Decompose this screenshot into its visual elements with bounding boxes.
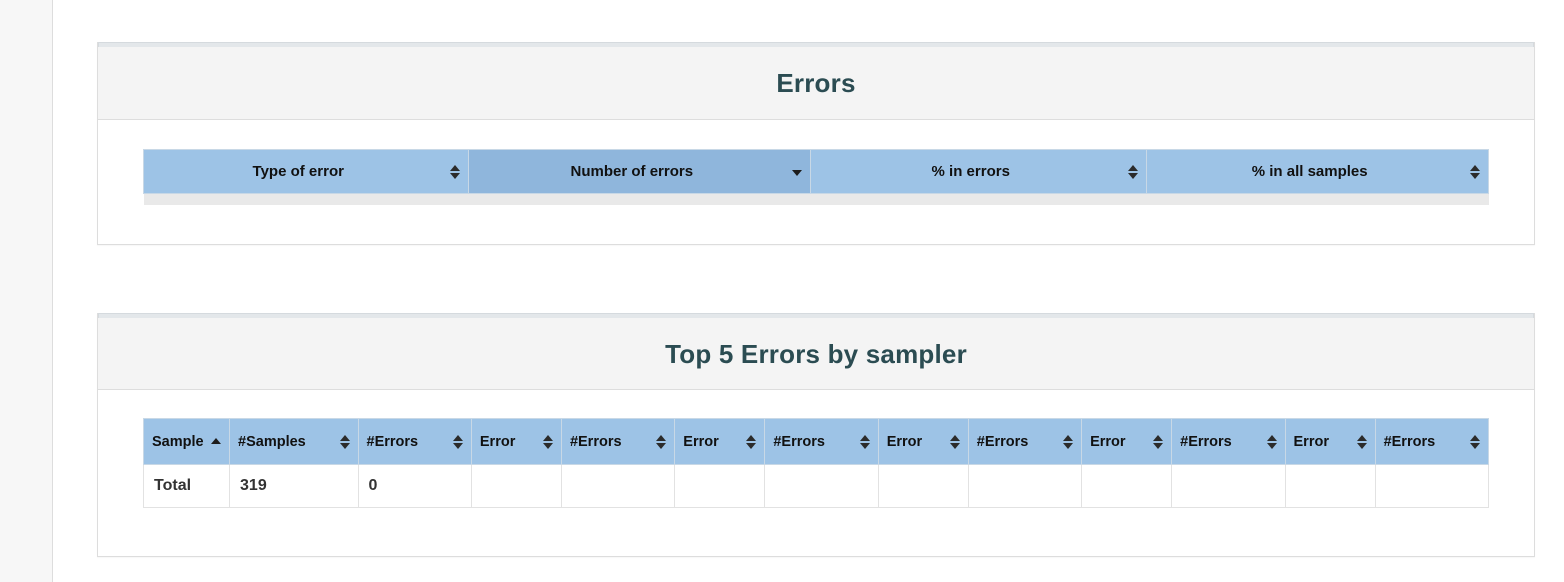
cell-error-3 <box>877 464 969 508</box>
column-header-error-4[interactable]: Error <box>1081 418 1173 465</box>
sort-both-icon[interactable] <box>1266 434 1277 450</box>
column-header-label: Error <box>1293 433 1329 450</box>
cell-error-2 <box>674 464 766 508</box>
column-header-label: Error <box>479 433 516 450</box>
cell-num-errors-6 <box>1374 464 1490 508</box>
sort-both-icon[interactable] <box>452 434 463 450</box>
column-header-label: #Errors <box>366 433 419 450</box>
column-header-label: % in errors <box>931 163 1010 180</box>
column-header-label: #Errors <box>1383 433 1436 450</box>
sidebar-rail <box>0 0 53 582</box>
top5-header-row: Sample #Samples #Errors Error #Errors Er… <box>142 418 1490 465</box>
sort-both-icon[interactable] <box>542 434 553 450</box>
column-header-label: #Errors <box>569 433 622 450</box>
sort-both-icon[interactable] <box>949 434 960 450</box>
panel-top-5-errors-by-sampler: Top 5 Errors by sampler Sample #Samples … <box>97 313 1535 557</box>
cell-error-5 <box>1284 464 1376 508</box>
errors-table-head: Type of error Number of errors % in erro… <box>142 149 1489 194</box>
panel-top5-heading: Top 5 Errors by sampler <box>98 318 1534 390</box>
column-header-type-of-error[interactable]: Type of error <box>142 149 470 194</box>
cell-num-errors-4 <box>967 464 1083 508</box>
sort-both-icon[interactable] <box>1470 434 1480 450</box>
column-header-label: Error <box>683 433 719 450</box>
column-header-label: % in all samples <box>1251 163 1368 180</box>
column-header-num-errors-1[interactable]: #Errors <box>357 418 472 465</box>
cell-error-4 <box>1081 464 1173 508</box>
column-header-error-2[interactable]: Error <box>674 418 766 465</box>
sort-both-icon[interactable] <box>656 434 667 450</box>
panel-errors-body: Type of error Number of errors % in erro… <box>98 120 1534 244</box>
sort-both-icon[interactable] <box>1356 434 1367 450</box>
column-header-label: Error <box>886 433 923 450</box>
panel-errors-heading: Errors <box>98 47 1534 120</box>
sort-both-icon[interactable] <box>339 434 350 450</box>
sort-both-icon[interactable] <box>1153 434 1164 450</box>
column-header-num-samples[interactable]: #Samples <box>229 418 359 465</box>
sort-both-icon[interactable] <box>1128 164 1139 180</box>
column-header-num-errors-6[interactable]: #Errors <box>1374 418 1490 465</box>
column-header-num-errors-5[interactable]: #Errors <box>1171 418 1286 465</box>
column-header-sample[interactable]: Sample <box>142 418 231 465</box>
column-header-label: #Samples <box>238 433 306 450</box>
panel-top5-body: Sample #Samples #Errors Error #Errors Er… <box>98 390 1534 556</box>
top5-errors-table: Sample #Samples #Errors Error #Errors Er… <box>142 418 1490 508</box>
column-header-label: Type of error <box>252 163 344 180</box>
empty-body-row <box>143 193 1489 205</box>
column-header-number-of-errors[interactable]: Number of errors <box>468 149 812 194</box>
sort-both-icon[interactable] <box>450 164 461 180</box>
column-header-label: #Errors <box>976 433 1029 450</box>
errors-table-body <box>143 193 1489 205</box>
sort-both-icon[interactable] <box>1063 434 1074 450</box>
panel-top5-title: Top 5 Errors by sampler <box>665 339 967 369</box>
column-header-error-3[interactable]: Error <box>877 418 969 465</box>
panel-errors: Errors Type of error Number of errors % … <box>97 42 1535 245</box>
column-header-error-1[interactable]: Error <box>470 418 562 465</box>
top5-table-body: Total 319 0 <box>142 464 1490 508</box>
errors-table: Type of error Number of errors % in erro… <box>142 149 1489 205</box>
sort-both-icon[interactable] <box>1470 164 1480 180</box>
cell-num-errors-5 <box>1171 464 1286 508</box>
sort-ascending-icon[interactable] <box>211 434 222 450</box>
main-content: Errors Type of error Number of errors % … <box>54 0 1564 582</box>
cell-num-errors-1: 0 <box>357 464 472 508</box>
errors-header-row: Type of error Number of errors % in erro… <box>142 149 1489 194</box>
column-header-label: Number of errors <box>570 163 694 180</box>
column-header-num-errors-2[interactable]: #Errors <box>560 418 676 465</box>
panel-errors-title: Errors <box>776 68 856 98</box>
page-root: Errors Type of error Number of errors % … <box>0 0 1564 582</box>
top5-table-head: Sample #Samples #Errors Error #Errors Er… <box>142 418 1490 465</box>
cell-num-errors-2 <box>560 464 676 508</box>
column-header-num-errors-4[interactable]: #Errors <box>967 418 1083 465</box>
column-header-num-errors-3[interactable]: #Errors <box>764 418 879 465</box>
column-header-percent-in-errors[interactable]: % in errors <box>810 149 1148 194</box>
cell-num-errors-3 <box>764 464 879 508</box>
sort-descending-icon[interactable] <box>792 164 803 180</box>
sort-both-icon[interactable] <box>746 434 757 450</box>
sort-both-icon[interactable] <box>859 434 870 450</box>
column-header-error-5[interactable]: Error <box>1284 418 1376 465</box>
column-header-label: Sample <box>152 433 204 450</box>
cell-num-samples: 319 <box>229 464 359 508</box>
table-row: Total 319 0 <box>142 464 1490 508</box>
column-header-percent-in-all-samples[interactable]: % in all samples <box>1146 149 1489 194</box>
cell-error-1 <box>470 464 562 508</box>
cell-sample: Total <box>142 464 231 508</box>
column-header-label: #Errors <box>773 433 825 450</box>
column-header-label: #Errors <box>1180 433 1232 450</box>
column-header-label: Error <box>1090 433 1126 450</box>
